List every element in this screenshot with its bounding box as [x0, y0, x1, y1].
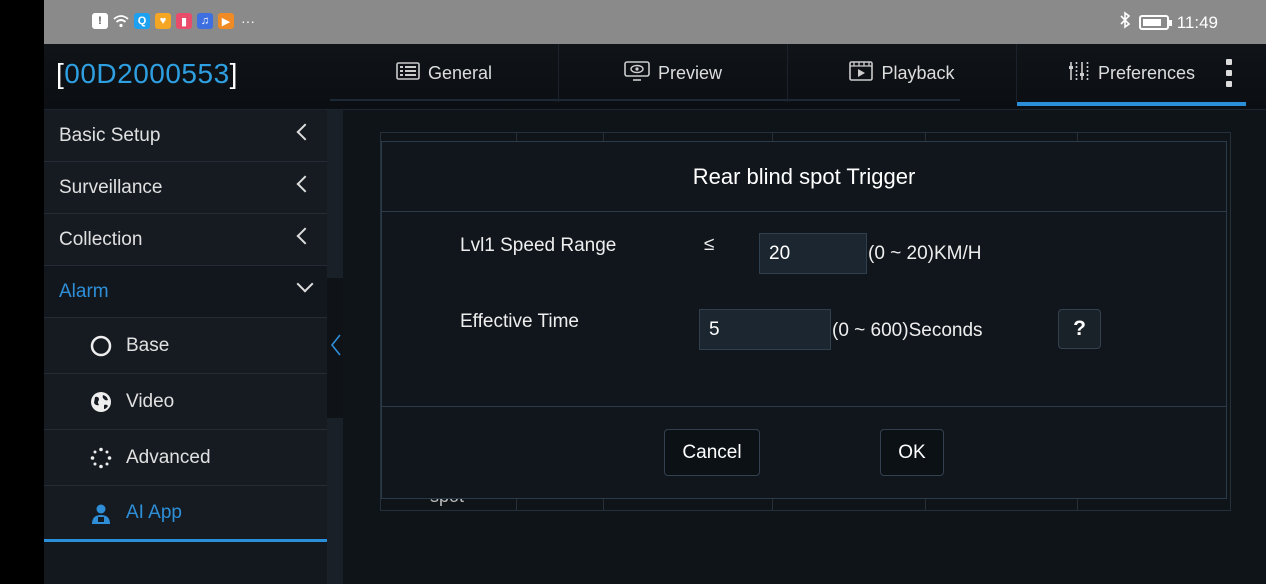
tab-general[interactable]: General [330, 44, 559, 102]
circle-icon [90, 335, 112, 357]
app-book-icon: ▮ [176, 13, 192, 29]
device-id: [00D2000553] [56, 58, 238, 89]
sidebar: Basic Setup Surveillance Collection Alar… [44, 110, 327, 584]
sidebar-subitem-label: AI App [126, 501, 182, 523]
sidebar-item-collection[interactable]: Collection [44, 214, 327, 266]
notification-icons: ! Q ♥ ▮ ♫ ▶ ··· [92, 13, 255, 29]
speed-range-input[interactable]: 20 [759, 233, 867, 274]
dialog-footer: Cancel OK [382, 406, 1226, 498]
sidebar-item-label: Alarm [59, 280, 109, 302]
effective-time-unit: (0 ~ 600)Seconds [832, 320, 983, 341]
sidebar-item-surveillance[interactable]: Surveillance [44, 162, 327, 214]
sidebar-item-label: Surveillance [59, 176, 163, 198]
sliders-icon [1068, 61, 1090, 86]
grid-icon [396, 61, 420, 85]
speed-operator: ≤ [704, 234, 715, 255]
app-music-icon: ♫ [197, 13, 213, 29]
tab-label: General [427, 62, 493, 83]
sidebar-subitem-ai-app[interactable]: AI App [44, 486, 327, 542]
tab-label: Preview [657, 62, 723, 83]
tab-label: Playback [881, 62, 955, 83]
ok-button[interactable]: OK [880, 429, 944, 476]
film-icon [849, 60, 874, 86]
sidebar-subitem-base[interactable]: Base [44, 318, 327, 374]
tab-preview[interactable]: Preview [559, 44, 788, 102]
dialog-title: Rear blind spot Trigger [382, 142, 1226, 212]
collapse-sidebar-icon[interactable] [330, 334, 342, 356]
tab-bar: General Preview Playback Preferences [330, 44, 1246, 110]
clock: 11:49 [1176, 12, 1218, 32]
effective-time-label: Effective Time [460, 311, 579, 332]
more-menu-icon[interactable] [1226, 59, 1232, 87]
sidebar-item-label: Collection [59, 228, 143, 250]
sidebar-item-label: Basic Setup [59, 124, 161, 146]
cancel-button[interactable]: Cancel [664, 429, 760, 476]
app-heart-icon: ♥ [155, 13, 171, 29]
globe-icon [90, 391, 112, 413]
speed-range-unit: (0 ~ 20)KM/H [868, 243, 982, 264]
rear-blind-spot-dialog: Rear blind spot Trigger Lvl1 Speed Range… [381, 141, 1227, 499]
status-right: 11:49 [1119, 11, 1218, 34]
wifi-icon [113, 13, 129, 29]
top-nav: [00D2000553] General Preview Playback Pr… [44, 44, 1266, 110]
dotted-circle-icon [90, 447, 112, 469]
app-play-icon: ▶ [218, 13, 234, 29]
person-icon [90, 503, 112, 525]
speed-range-label: Lvl1 Speed Range [460, 235, 617, 256]
tab-label: Preferences [1097, 62, 1196, 83]
sidebar-item-basic-setup[interactable]: Basic Setup [44, 110, 327, 162]
tab-playback[interactable]: Playback [788, 44, 1017, 102]
help-button[interactable]: ? [1058, 309, 1101, 349]
effective-time-input[interactable]: 5 [699, 309, 831, 350]
sidebar-item-alarm[interactable]: Alarm [44, 266, 327, 318]
sidebar-subitem-advanced[interactable]: Advanced [44, 430, 327, 486]
sidebar-subitem-label: Base [126, 334, 170, 356]
sidebar-subitem-label: Video [126, 390, 175, 412]
chevron-left-icon [296, 227, 314, 245]
chevron-left-icon [296, 123, 314, 141]
app-search-icon: Q [134, 13, 150, 29]
sidebar-subitem-video[interactable]: Video [44, 374, 327, 430]
more-notifications-icon: ··· [241, 13, 255, 29]
sidebar-subitem-label: Advanced [126, 446, 211, 468]
status-bar: ! Q ♥ ▮ ♫ ▶ ··· 11:49 [44, 0, 1266, 44]
chevron-down-icon [296, 275, 314, 293]
bluetooth-icon [1119, 11, 1131, 34]
battery-icon [1138, 15, 1172, 30]
chevron-left-icon [296, 175, 314, 193]
alert-icon: ! [92, 13, 108, 29]
tab-preferences[interactable]: Preferences [1017, 44, 1246, 106]
eye-monitor-icon [624, 60, 650, 86]
